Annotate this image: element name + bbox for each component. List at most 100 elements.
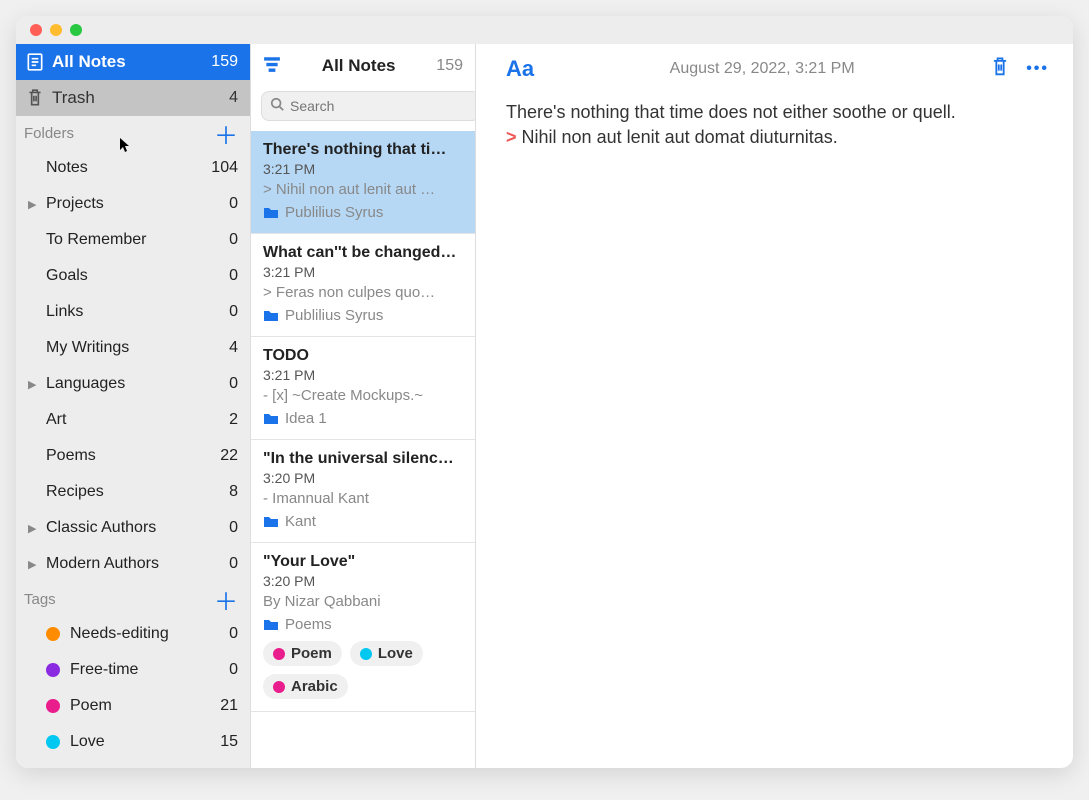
tag-row[interactable]: Needs-editing0: [16, 616, 250, 652]
folder-label: Projects: [46, 195, 229, 213]
note-folder: Publilius Syrus: [263, 204, 463, 221]
folder-row[interactable]: Goals0: [16, 258, 250, 294]
chevron-right-icon[interactable]: ▶: [28, 198, 36, 211]
note-editor: Aa August 29, 2022, 3:21 PM ••• There's …: [476, 44, 1073, 768]
note-preview: By Nizar Qabbani: [263, 593, 463, 610]
tag-row[interactable]: Love15: [16, 724, 250, 760]
close-window-button[interactable]: [30, 24, 42, 36]
tag-pill-label: Poem: [291, 645, 332, 662]
sidebar-folders-header-label: Folders: [24, 125, 214, 142]
note-folder-label: Idea 1: [285, 410, 327, 427]
folder-row[interactable]: My Writings4: [16, 330, 250, 366]
add-folder-button[interactable]: ＋: [214, 116, 238, 151]
note-folder-label: Kant: [285, 513, 316, 530]
search-input[interactable]: [290, 98, 471, 114]
zoom-window-button[interactable]: [70, 24, 82, 36]
editor-toolbar: Aa August 29, 2022, 3:21 PM •••: [476, 44, 1073, 94]
note-card[interactable]: There's nothing that ti… 3:21 PM > Nihil n…: [251, 131, 475, 234]
more-options-button[interactable]: •••: [1026, 60, 1049, 78]
folder-label: Modern Authors: [46, 555, 229, 573]
add-tag-button[interactable]: ＋: [214, 582, 238, 617]
note-time: 3:21 PM: [263, 161, 463, 177]
note-folder: Idea 1: [263, 410, 463, 427]
folder-row[interactable]: Poems22: [16, 438, 250, 474]
note-preview: > Feras non culpes quo…: [263, 284, 463, 301]
sidebar: All Notes 159 Trash 4 Folders ＋ Notes104…: [16, 44, 251, 768]
folder-count: 0: [229, 267, 238, 285]
note-tags: Poem Love Arabic: [263, 641, 463, 699]
folder-count: 104: [211, 159, 238, 177]
folder-row[interactable]: ▶ Classic Authors0: [16, 510, 250, 546]
tag-pill[interactable]: Arabic: [263, 674, 348, 699]
note-list-header: All Notes 159: [251, 44, 475, 88]
folder-row[interactable]: Notes104: [16, 150, 250, 186]
folder-row[interactable]: ▶Projects0: [16, 186, 250, 222]
tag-label: Needs-editing: [70, 625, 229, 643]
tag-pill-label: Love: [378, 645, 413, 662]
folder-count: 0: [229, 375, 238, 393]
folder-row[interactable]: ▶Languages0: [16, 366, 250, 402]
tag-color-dot: [46, 699, 60, 713]
note-card[interactable]: "Your Love"3:20 PMBy Nizar QabbaniPoemsP…: [251, 543, 475, 712]
folder-row[interactable]: Links0: [16, 294, 250, 330]
tag-count: 21: [220, 697, 238, 715]
note-card[interactable]: "In the universal silenc…3:20 PM- Imannu…: [251, 440, 475, 543]
folder-count: 0: [229, 231, 238, 249]
folder-label: My Writings: [46, 339, 229, 357]
note-title: There's nothing that ti…: [263, 141, 463, 159]
note-folder-label: Poems: [285, 616, 332, 633]
folder-row[interactable]: ▶Modern Authors0: [16, 546, 250, 582]
folder-label: Art: [46, 411, 229, 429]
note-title: "Your Love": [263, 553, 463, 571]
note-card[interactable]: What can''t be changed… 3:21 PM > Feras no…: [251, 234, 475, 337]
note-list-title: All Notes: [289, 56, 428, 76]
search-box[interactable]: [261, 91, 476, 121]
minimize-window-button[interactable]: [50, 24, 62, 36]
folder-icon: [263, 619, 279, 631]
tag-color-dot: [46, 735, 60, 749]
note-title: What can''t be changed…: [263, 244, 463, 262]
tag-row[interactable]: Poem21: [16, 688, 250, 724]
format-button[interactable]: Aa: [506, 56, 534, 82]
tag-pill[interactable]: Love: [350, 641, 423, 666]
folder-count: 0: [229, 303, 238, 321]
sort-icon[interactable]: [263, 55, 281, 77]
folder-label: Classic Authors: [46, 519, 229, 537]
folder-count: 0: [229, 519, 238, 537]
tag-row[interactable]: Free-time0: [16, 652, 250, 688]
chevron-right-icon[interactable]: ▶: [28, 522, 36, 535]
tag-count: 15: [220, 733, 238, 751]
folder-count: 22: [220, 447, 238, 465]
folder-row[interactable]: Recipes8: [16, 474, 250, 510]
folder-icon: [263, 516, 279, 528]
delete-note-button[interactable]: [990, 56, 1010, 82]
sidebar-all-notes-label: All Notes: [52, 52, 203, 72]
app-window: All Notes 159 Trash 4 Folders ＋ Notes104…: [16, 16, 1073, 768]
sidebar-tags-header-label: Tags: [24, 591, 214, 608]
tag-color-dot: [46, 663, 60, 677]
editor-content[interactable]: There's nothing that time does not eithe…: [476, 94, 1073, 156]
note-time: 3:21 PM: [263, 264, 463, 280]
tag-pill[interactable]: Poem: [263, 641, 342, 666]
folder-label: Goals: [46, 267, 229, 285]
editor-line-2: > Nihil non aut lenit aut domat diuturni…: [506, 125, 1043, 150]
note-card[interactable]: TODO3:21 PM- [x] ~Create Mockups.~Idea 1: [251, 337, 475, 440]
quote-marker: >: [506, 127, 517, 147]
folder-count: 4: [229, 339, 238, 357]
note-preview: > Nihil non aut lenit aut …: [263, 181, 463, 198]
note-date: August 29, 2022, 3:21 PM: [550, 60, 974, 78]
note-time: 3:20 PM: [263, 470, 463, 486]
note-title: TODO: [263, 347, 463, 365]
sidebar-tags-header: Tags ＋: [16, 582, 250, 616]
folder-row[interactable]: Art2: [16, 402, 250, 438]
chevron-right-icon[interactable]: ▶: [28, 378, 36, 391]
sidebar-trash[interactable]: Trash 4: [16, 80, 250, 116]
folder-label: Links: [46, 303, 229, 321]
folder-label: Poems: [46, 447, 220, 465]
sidebar-folders-header: Folders ＋: [16, 116, 250, 150]
sidebar-all-notes-count: 159: [211, 53, 238, 71]
folder-icon: [263, 310, 279, 322]
folder-row[interactable]: To Remember0: [16, 222, 250, 258]
sidebar-all-notes[interactable]: All Notes 159: [16, 44, 250, 80]
chevron-right-icon[interactable]: ▶: [28, 558, 36, 571]
